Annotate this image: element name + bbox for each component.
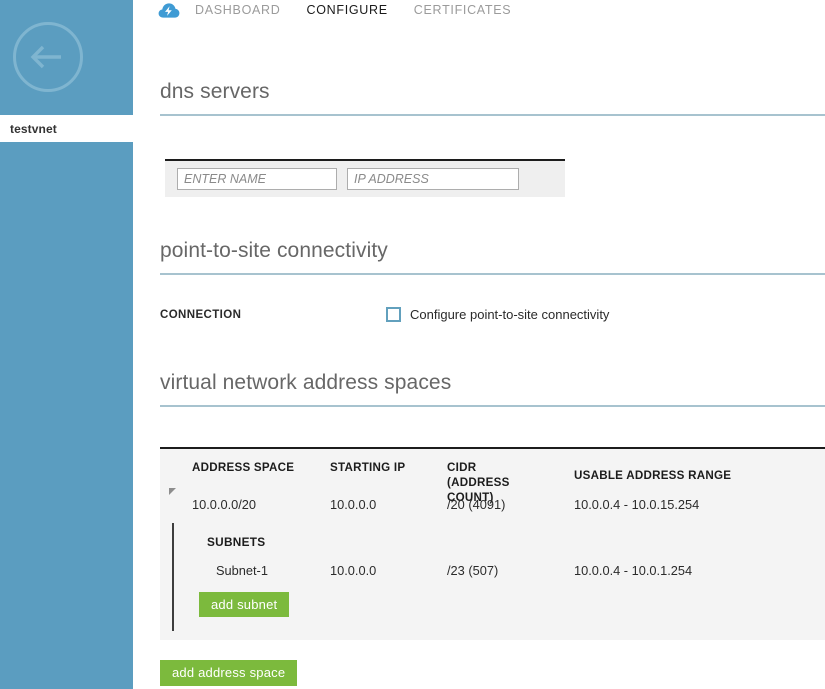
cell-usable-range: 10.0.0.4 - 10.0.15.254 — [574, 497, 699, 512]
subnets-heading: SUBNETS — [207, 535, 265, 549]
left-sidebar: testvnet — [0, 0, 133, 689]
dns-servers-title: dns servers — [160, 80, 270, 104]
cell-subnet-name: Subnet-1 — [216, 563, 268, 578]
address-spaces-title: virtual network address spaces — [160, 371, 451, 395]
vnet-name-strip: testvnet — [0, 115, 133, 142]
address-spaces-rule — [160, 405, 825, 407]
cell-subnet-starting-ip: 10.0.0.0 — [330, 563, 376, 578]
content-area: DASHBOARD CONFIGURE CERTIFICATES dns ser… — [133, 0, 825, 689]
column-header-usable-range: USABLE ADDRESS RANGE — [574, 468, 784, 483]
point-to-site-rule — [160, 273, 825, 275]
subnet-group-indicator — [172, 523, 174, 631]
connection-row: CONNECTION Configure point-to-site conne… — [160, 307, 760, 327]
address-space-table: ADDRESS SPACE STARTING IP CIDR (ADDRESS … — [160, 447, 825, 640]
add-subnet-button[interactable]: add subnet — [199, 592, 289, 617]
cell-address-space: 10.0.0.0/20 — [192, 497, 256, 512]
cell-starting-ip: 10.0.0.0 — [330, 497, 376, 512]
tab-dashboard[interactable]: DASHBOARD — [195, 3, 280, 17]
expander-triangle-icon[interactable] — [169, 488, 176, 495]
virtual-network-icon — [157, 1, 181, 19]
back-arrow-icon[interactable] — [13, 22, 83, 92]
tab-certificates[interactable]: CERTIFICATES — [414, 3, 512, 17]
checkbox-box[interactable] — [386, 307, 401, 322]
point-to-site-title: point-to-site connectivity — [160, 239, 388, 263]
cell-subnet-usable-range: 10.0.0.4 - 10.0.1.254 — [574, 563, 692, 578]
checkbox-label: Configure point-to-site connectivity — [410, 307, 609, 322]
cell-cidr: /20 (4091) — [447, 497, 505, 512]
column-header-starting-ip: STARTING IP — [330, 460, 440, 475]
add-address-space-button[interactable]: add address space — [160, 660, 297, 686]
connection-label: CONNECTION — [160, 309, 241, 321]
dns-servers-rule — [160, 114, 825, 116]
cell-subnet-cidr: /23 (507) — [447, 563, 498, 578]
dns-ip-input[interactable] — [347, 168, 519, 190]
top-navigation: DASHBOARD CONFIGURE CERTIFICATES — [133, 0, 537, 20]
configure-point-to-site-checkbox[interactable]: Configure point-to-site connectivity — [386, 307, 609, 322]
dns-name-input[interactable] — [177, 168, 337, 190]
vnet-name-label: testvnet — [0, 122, 57, 136]
tab-configure[interactable]: CONFIGURE — [306, 3, 387, 17]
dns-server-entry-row — [165, 159, 565, 197]
column-header-address-space: ADDRESS SPACE — [192, 460, 322, 475]
